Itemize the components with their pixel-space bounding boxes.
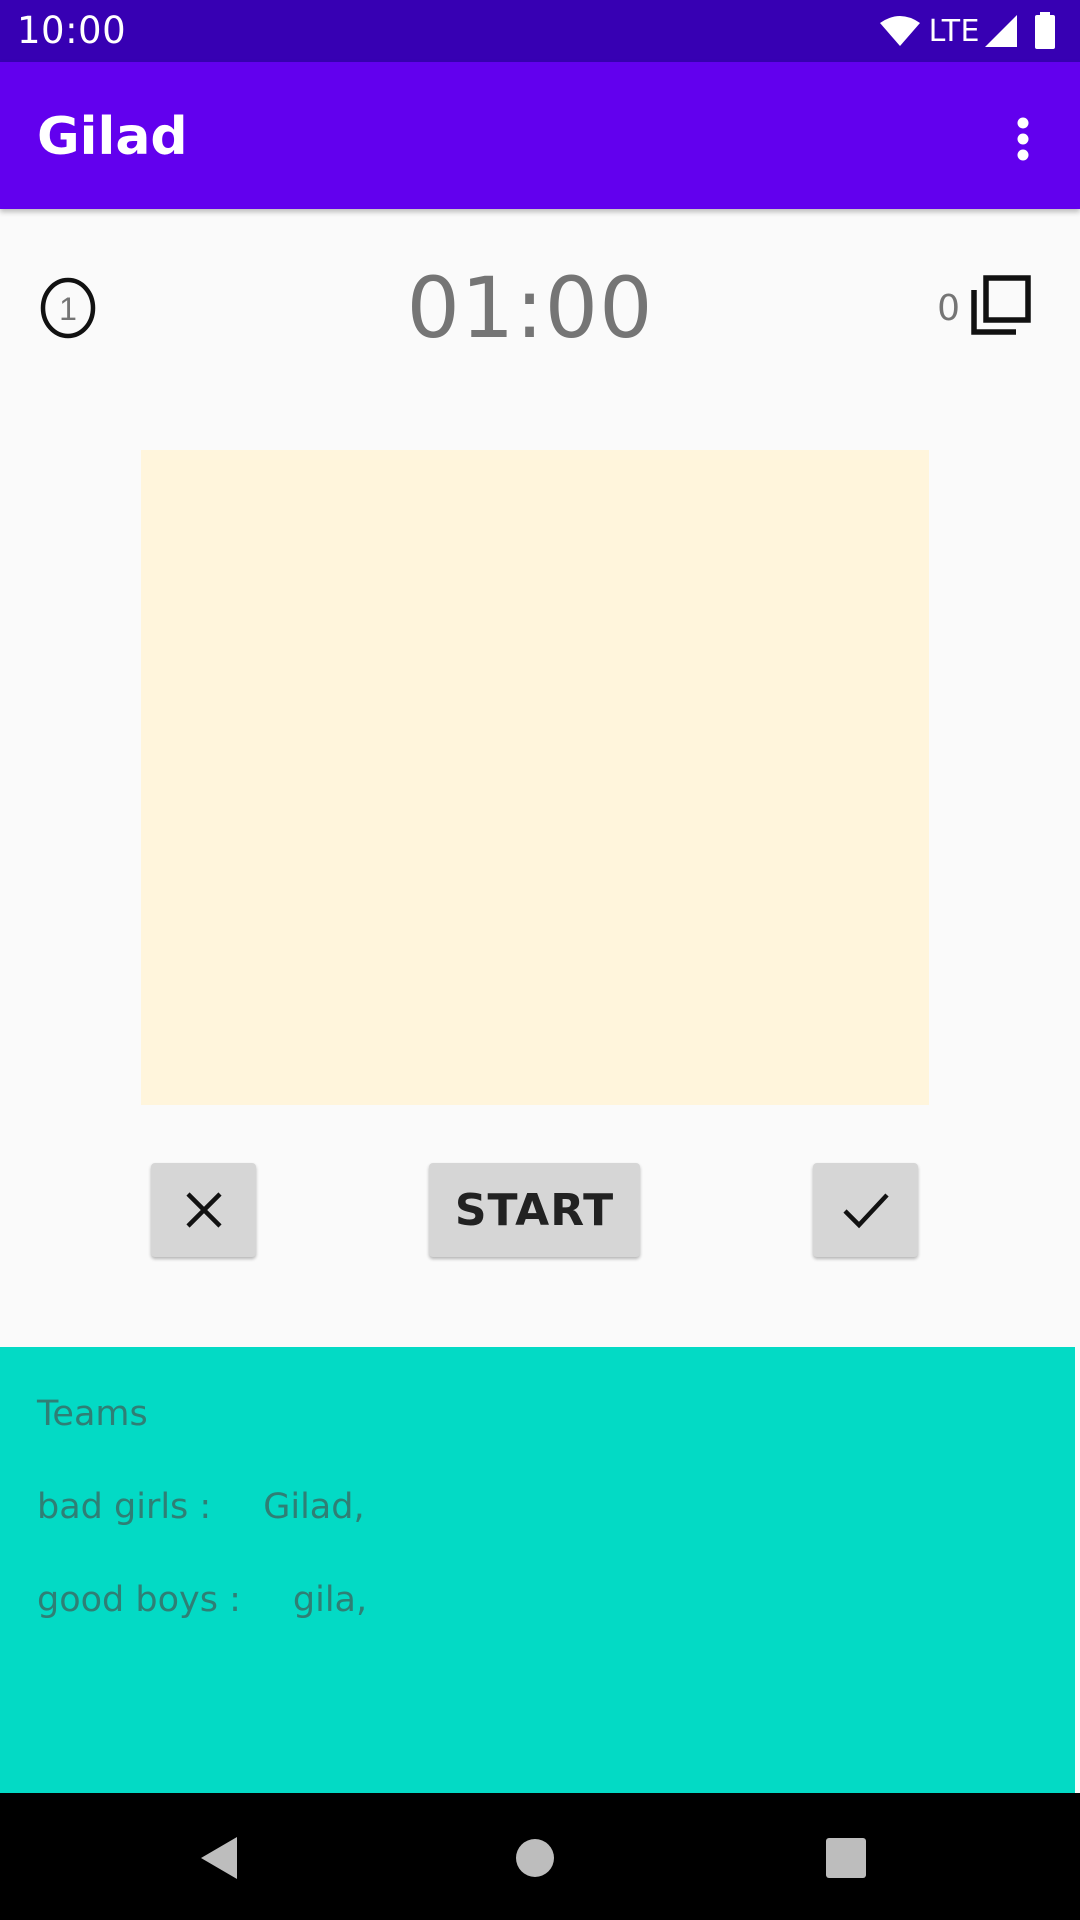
overflow-menu-button[interactable]	[986, 102, 1060, 176]
start-button[interactable]: START	[429, 1163, 640, 1257]
close-icon	[185, 1192, 222, 1228]
check-icon	[842, 1193, 889, 1229]
cards-stack-icon	[971, 275, 1031, 335]
network-type: LTE	[928, 13, 980, 49]
team-members: gila,	[292, 1580, 368, 1620]
back-icon	[201, 1837, 237, 1879]
home-button[interactable]	[500, 1823, 570, 1893]
card-count: 0	[937, 288, 960, 329]
app-screen: 10:00 LTE Gilad 1 01:00 0 START Teams ba…	[0, 0, 1080, 1920]
wifi-icon	[879, 16, 920, 46]
back-button[interactable]	[184, 1823, 254, 1893]
recents-button[interactable]	[811, 1823, 881, 1893]
recents-icon	[826, 1838, 866, 1878]
status-bar: 10:00 LTE	[0, 0, 1080, 62]
team-row: good boys : gila,	[37, 1579, 367, 1621]
round-indicator-icon: 1	[40, 277, 96, 339]
app-bar: Gilad	[0, 62, 1080, 209]
timer-display: 01:00	[406, 259, 654, 357]
app-title: Gilad	[37, 107, 188, 167]
status-time: 10:00	[17, 9, 127, 52]
team-name: bad girls :	[37, 1487, 212, 1527]
round-number: 1	[59, 291, 77, 327]
team-row: bad girls : Gilad,	[37, 1486, 365, 1528]
cell-signal-icon	[985, 15, 1017, 47]
skip-button[interactable]	[151, 1163, 256, 1257]
battery-icon	[1035, 12, 1055, 49]
team-members: Gilad,	[263, 1487, 365, 1527]
correct-button[interactable]	[813, 1163, 918, 1257]
more-vert-icon	[1017, 117, 1029, 161]
team-name: good boys :	[37, 1580, 241, 1620]
status-icons: LTE	[879, 10, 1058, 52]
teams-panel: Teams bad girls : Gilad, good boys : gila,	[0, 1347, 1075, 1793]
word-card	[141, 450, 929, 1105]
home-icon	[516, 1839, 554, 1877]
teams-title: Teams	[37, 1394, 148, 1434]
navigation-bar	[0, 1793, 1080, 1920]
